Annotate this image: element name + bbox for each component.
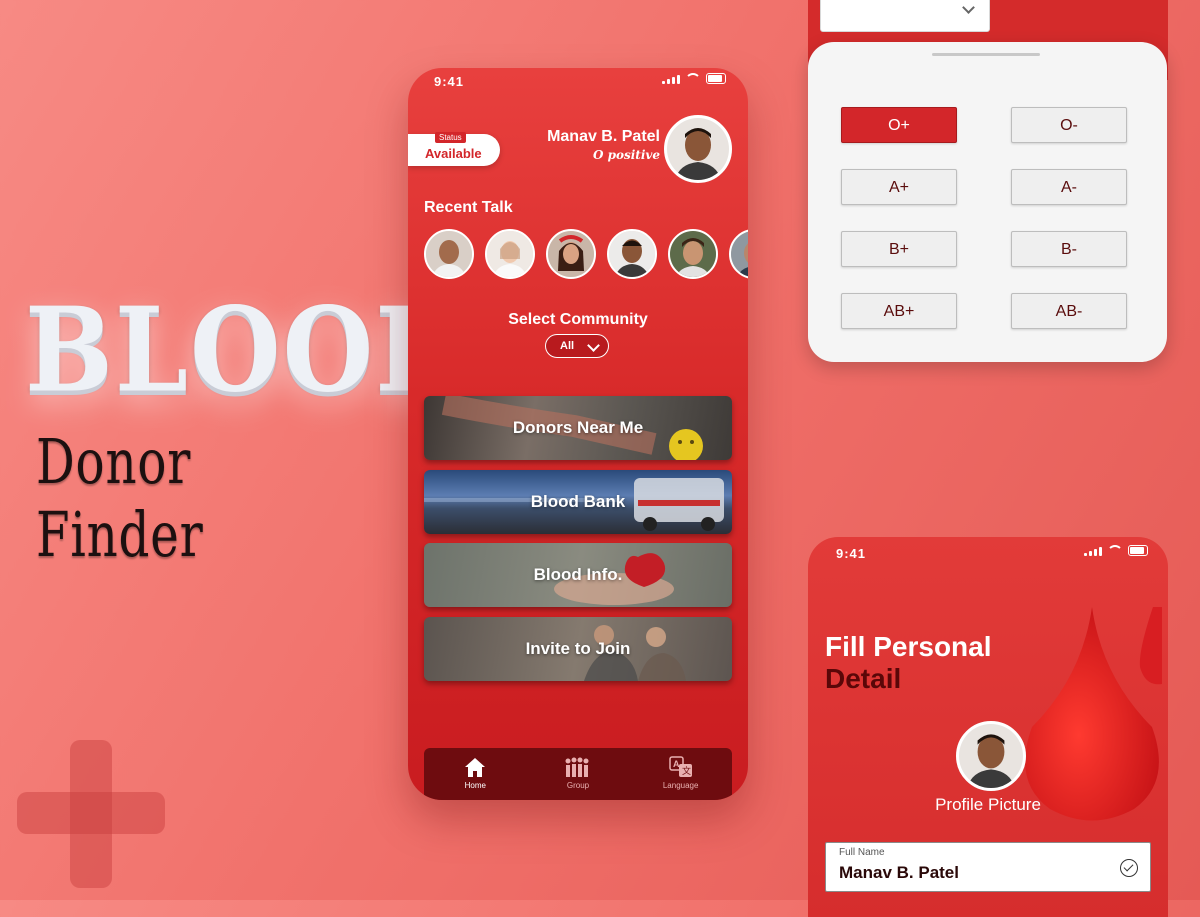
battery-icon <box>706 73 726 84</box>
blood-group-a-negative[interactable]: A- <box>1011 169 1127 205</box>
tab-label: Language <box>662 781 699 790</box>
hero-subtitle: Donor Finder <box>36 425 204 571</box>
donors-near-me-card[interactable]: Donors Near Me <box>424 396 732 460</box>
chevron-down-icon <box>962 1 975 14</box>
home-icon <box>465 758 486 777</box>
clock: 9:41 <box>836 546 867 561</box>
page-title: Fill Personal <box>825 631 992 662</box>
status-value: Available <box>425 146 482 161</box>
battery-icon <box>1128 545 1148 556</box>
community-dropdown[interactable]: All <box>545 334 609 358</box>
blood-group-o-positive[interactable]: O+ <box>841 107 957 143</box>
status-tag: Status <box>435 132 466 143</box>
blood-bank-card[interactable]: Blood Bank <box>424 470 732 534</box>
hero-title: BLOOD <box>25 280 468 419</box>
recent-talk-avatar[interactable] <box>607 229 657 279</box>
community-dropdown-value: All <box>560 340 575 352</box>
recent-talk-avatar[interactable] <box>424 229 474 279</box>
wifi-icon <box>685 73 701 84</box>
top-dropdown[interactable] <box>820 0 990 32</box>
full-name-value: Manav B. Patel <box>839 863 959 882</box>
tab-group[interactable]: Group <box>538 748 618 800</box>
availability-status-toggle[interactable]: Status Available <box>408 132 500 166</box>
tab-label: Home <box>464 781 486 790</box>
language-icon: A文 <box>668 756 692 777</box>
svg-text:A: A <box>673 759 680 769</box>
blood-group-sheet: O+ O- A+ A- B+ B- AB+ AB- <box>808 42 1167 362</box>
signal-icon <box>1084 546 1102 556</box>
group-icon <box>565 757 589 777</box>
clock: 9:41 <box>434 74 465 89</box>
card-label: Donors Near Me <box>512 418 644 437</box>
tab-label: Group <box>566 781 590 790</box>
status-bar: 9:41 <box>808 537 1168 563</box>
sheet-handle[interactable] <box>932 53 1040 56</box>
tab-language[interactable]: A文 Language <box>641 748 721 800</box>
tab-home[interactable]: Home <box>435 748 515 800</box>
profile-phone: 9:41 Fill Personal Detail Profile Pictur… <box>808 537 1168 917</box>
recent-talk-avatar[interactable] <box>546 229 596 279</box>
card-label: Blood Info. <box>533 565 623 584</box>
recent-talk-avatar[interactable] <box>485 229 535 279</box>
recent-talk-title: Recent Talk <box>424 199 513 216</box>
bottom-tab-bar: Home Group A文 Language <box>424 748 732 800</box>
profile-picture[interactable] <box>956 721 1026 791</box>
blood-group-ab-negative[interactable]: AB- <box>1011 293 1127 329</box>
blood-group-ab-positive[interactable]: AB+ <box>841 293 957 329</box>
chevron-down-icon <box>587 339 600 352</box>
svg-text:文: 文 <box>682 765 691 777</box>
blood-group-b-negative[interactable]: B- <box>1011 231 1127 267</box>
blood-info-card[interactable]: Blood Info. <box>424 543 732 607</box>
user-blood-group: O positive <box>592 148 660 162</box>
select-community-title: Select Community <box>508 311 648 328</box>
main-phone: 9:41 Status Available Manav B. Patel O p… <box>408 68 748 800</box>
blood-group-b-positive[interactable]: B+ <box>841 231 957 267</box>
recent-talk-avatar[interactable] <box>668 229 718 279</box>
page-title-emphasis: Detail <box>825 663 902 694</box>
plus-decoration-horizontal <box>17 792 165 834</box>
card-label: Blood Bank <box>530 492 626 511</box>
status-bar: 9:41 <box>408 68 748 94</box>
full-name-label: Full Name <box>839 847 885 858</box>
blood-drop-icon <box>1025 607 1162 821</box>
blood-group-a-positive[interactable]: A+ <box>841 169 957 205</box>
profile-picture-label: Profile Picture <box>935 795 1041 814</box>
recent-talk-avatar[interactable] <box>729 229 748 279</box>
blood-group-o-negative[interactable]: O- <box>1011 107 1127 143</box>
card-label: Invite to Join <box>525 639 631 658</box>
check-circle-icon <box>1120 859 1138 877</box>
recent-talk-list <box>424 229 748 279</box>
user-avatar[interactable] <box>664 115 732 183</box>
invite-to-join-card[interactable]: Invite to Join <box>424 617 732 681</box>
signal-icon <box>662 74 680 84</box>
wifi-icon <box>1107 545 1123 556</box>
full-name-field[interactable]: Full Name Manav B. Patel <box>825 842 1151 892</box>
user-name: Manav B. Patel <box>547 128 660 145</box>
